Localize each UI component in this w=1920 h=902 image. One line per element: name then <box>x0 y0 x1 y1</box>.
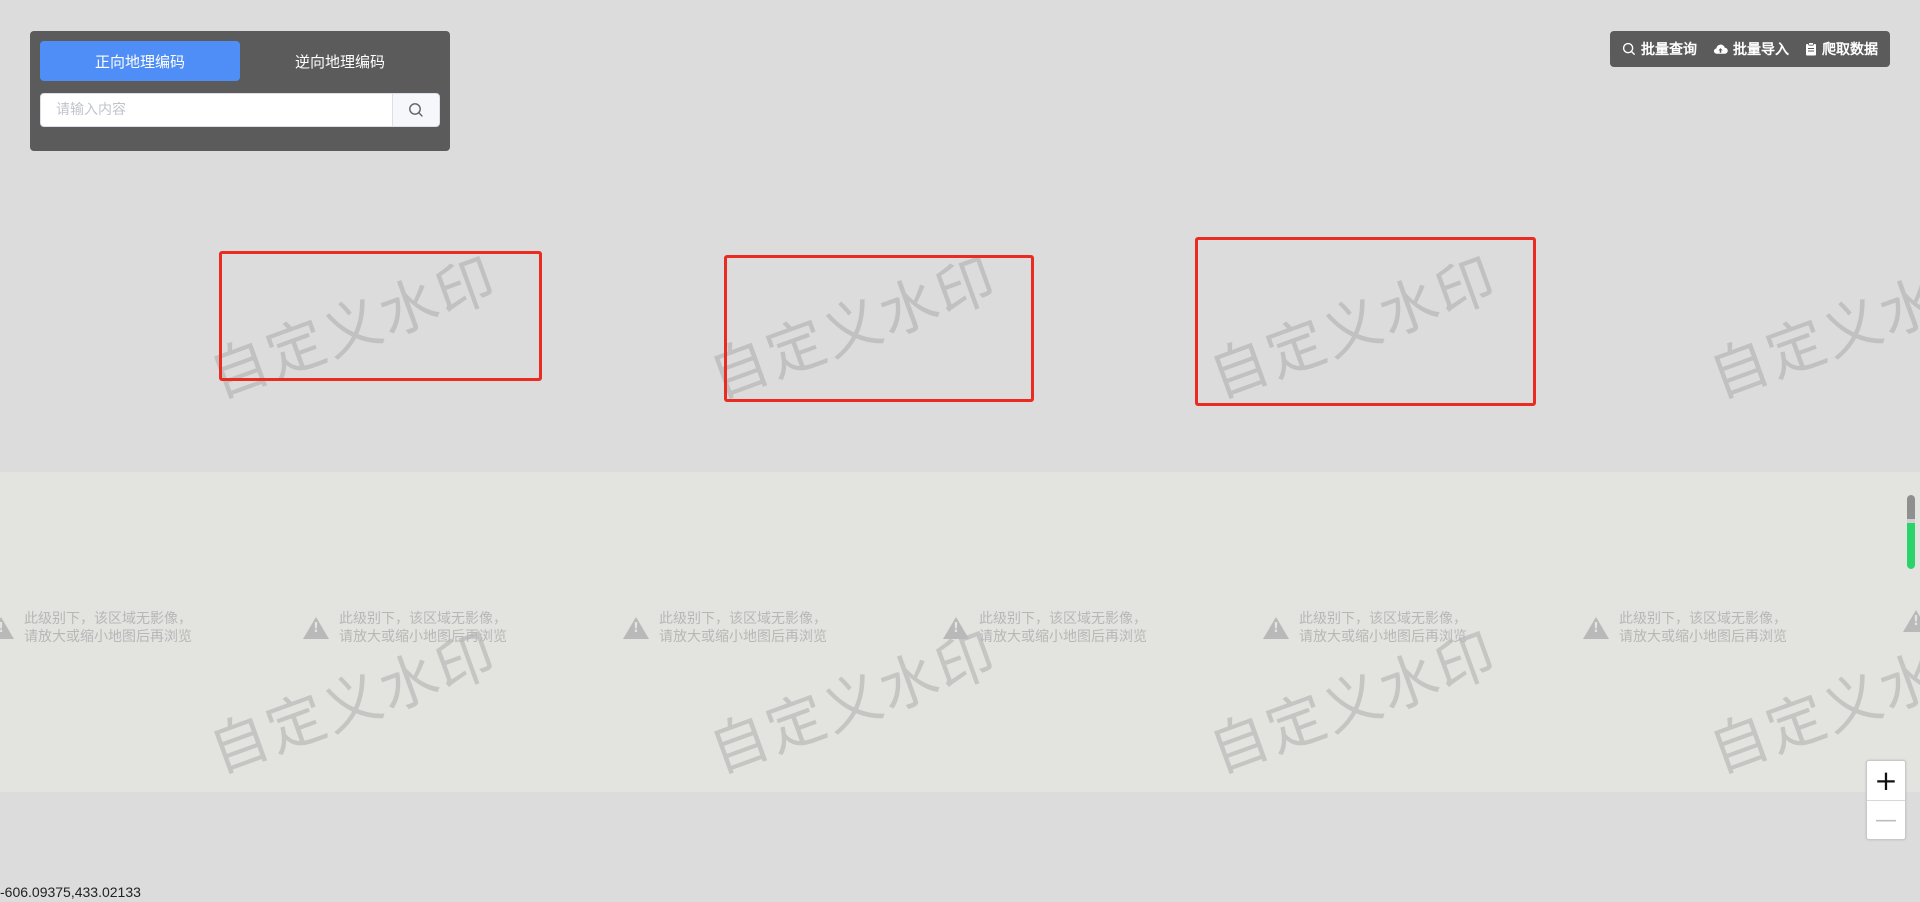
warning-icon <box>1903 610 1920 632</box>
search-icon <box>1622 42 1635 55</box>
clipboard-icon <box>1806 42 1816 56</box>
batch-import-button[interactable]: 批量导入 <box>1713 39 1789 59</box>
search-input[interactable] <box>40 93 392 127</box>
batch-query-label: 批量查询 <box>1641 42 1697 58</box>
warning-icon <box>1263 617 1289 639</box>
search-bar <box>40 93 440 127</box>
data-toolbar: 批量查询 批量导入 爬取数据 <box>1610 31 1890 67</box>
drawn-rectangle[interactable] <box>724 255 1034 402</box>
drawn-rectangle[interactable] <box>219 251 542 381</box>
no-imagery-message: 此级别下，该区域无影像，请放大或缩小地图后再浏览 <box>303 610 583 646</box>
geocoding-panel: 正向地理编码 逆向地理编码 <box>30 31 450 151</box>
tab-forward-geocoding[interactable]: 正向地理编码 <box>40 41 240 81</box>
zoom-level-track-top <box>1907 495 1915 519</box>
drawn-rectangle[interactable] <box>1195 237 1536 406</box>
batch-query-button[interactable]: 批量查询 <box>1622 39 1697 59</box>
no-imagery-message: 此级别下，该区域无影像，请放大或缩小地图后再浏览 <box>943 610 1223 646</box>
zoom-level-fill <box>1907 523 1915 569</box>
crawl-data-button[interactable]: 爬取数据 <box>1805 39 1878 59</box>
watermark: 自定义水印 <box>1700 244 1920 412</box>
zoom-in-button[interactable]: + <box>1867 761 1905 801</box>
cloud-upload-icon <box>1713 44 1728 54</box>
zoom-level-slider[interactable] <box>1907 495 1915 569</box>
search-button[interactable] <box>392 93 440 127</box>
warning-icon <box>1583 617 1609 639</box>
zoom-out-button[interactable]: — <box>1867 801 1905 840</box>
warning-icon <box>303 617 329 639</box>
search-icon <box>409 103 423 117</box>
batch-import-label: 批量导入 <box>1733 42 1789 58</box>
no-imagery-message: 此级别下，该区域无影像，请放大或缩小地图后再浏览 <box>1263 610 1543 646</box>
warning-icon <box>0 617 14 639</box>
geocoding-tabs: 正向地理编码 逆向地理编码 <box>40 41 440 81</box>
no-imagery-message: 此级别下，该区域无影像，请放大或缩小地图后再浏览 <box>0 610 268 646</box>
warning-icon <box>623 617 649 639</box>
no-imagery-message: 此级别下，该区域无影像，请放大或缩小地图后再浏览 <box>1583 610 1863 646</box>
coordinate-readout: -606.09375,433.02133 <box>0 884 141 900</box>
warning-icon <box>943 617 969 639</box>
no-imagery-message: 此级别下，该区域无影像，请放大或缩小地图后再浏览 <box>623 610 903 646</box>
zoom-control: + — <box>1866 760 1906 840</box>
crawl-data-label: 爬取数据 <box>1822 42 1878 58</box>
no-imagery-message <box>1903 610 1920 632</box>
tab-reverse-geocoding[interactable]: 逆向地理编码 <box>240 41 440 81</box>
